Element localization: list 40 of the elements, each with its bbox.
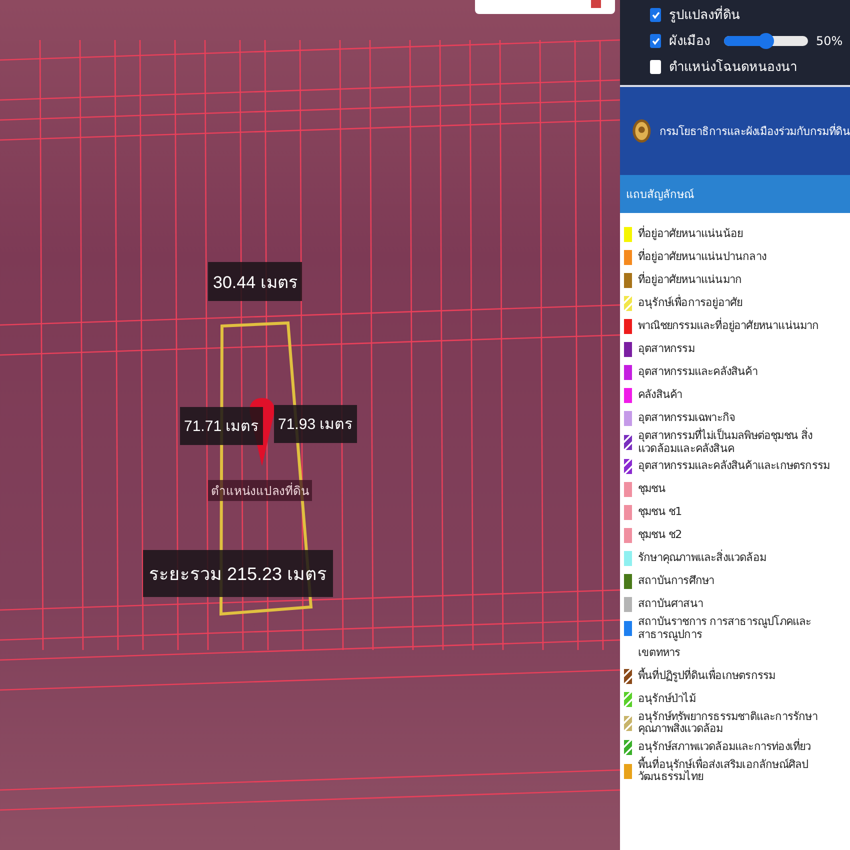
legend-label: พาณิชยกรรมและที่อยู่อาศัยหนาแน่นมาก — [638, 320, 819, 333]
distance-label: ระยะรวม 215.23 เมตร — [143, 550, 334, 597]
legend-label: คลังสินค้า — [638, 389, 682, 402]
distance-label: 71.93 เมตร — [274, 405, 357, 443]
legend-label: ชุมชน ช2 — [638, 529, 682, 542]
distance-label: 71.71 เมตร — [180, 407, 263, 445]
legend-label: รักษาคุณภาพและสิ่งแวดล้อม — [638, 552, 766, 566]
legend-label: อุตสาหกรรมที่ไม่เป็นมลพิษต่อชุมชน สิ่งแวดล้อมและคลังสินค — [638, 430, 814, 456]
legend-label: อนุรักษ์เพื่อการอยู่อาศัย — [638, 297, 742, 310]
layer-label: รูปแปลงที่ดิน — [669, 4, 740, 25]
legend-label: อุตสาหกรรมเฉพาะกิจ — [638, 412, 735, 425]
legend-label: สถาบันราชการ การสาธารณูปโภคและสาธารณูปการ — [638, 616, 812, 642]
opacity-reading: 50% — [816, 34, 843, 48]
legend-label: ชุมชน ช1 — [638, 506, 682, 520]
legend-title: แถบสัญลักษณ์ — [626, 187, 694, 203]
layer-checkbox[interactable] — [650, 8, 661, 22]
search-field[interactable] — [475, 0, 615, 14]
legend-label: ชุมชน — [638, 483, 666, 496]
legend-label: สถาบันการศึกษา — [638, 575, 714, 588]
agency-title: กรมโยธาธิการและผังเมืองร่วมกับกรมที่ดิน — [659, 122, 850, 140]
legend-label: พื้นที่ปฏิรูปที่ดินเพื่อเกษตรกรรม — [638, 670, 776, 682]
legend-label: อุตสาหกรรม — [638, 343, 694, 356]
legend-label: อนุรักษ์ทรัพยากรธรรมชาติและการรักษาคุณภาพสิ่งแวดล้อม — [638, 710, 818, 736]
legend-label: พื้นที่อนุรักษ์เพื่อส่งเสริมเอกลักษณ์ศิลปวัฒนธรรมไทย — [638, 758, 810, 784]
layer-checkbox[interactable] — [650, 60, 661, 74]
legend-label: ที่อยู่อาศัยหนาแน่นปานกลาง — [638, 251, 766, 264]
legend-label: ที่อยู่อาศัยหนาแน่นมาก — [638, 274, 742, 287]
layer-label: ผังเมือง — [669, 33, 710, 51]
legend-label: สถาบันศาสนา — [638, 598, 704, 612]
legend-label: อุตสาหกรรมและคลังสินค้าและเกษตรกรรม — [638, 460, 830, 474]
legend-label: อนุรักษ์ป่าไม้ — [638, 692, 696, 706]
legend-label: ที่อยู่อาศัยหนาแน่นน้อย — [638, 228, 743, 241]
legend-label: เขตทหาร — [638, 646, 680, 660]
marker-label: ตำแหน่งแปลงที่ดิน — [208, 480, 312, 501]
legend-label: อนุรักษ์สภาพแวดล้อมและการท่องเที่ยว — [638, 741, 811, 754]
legend-label: อุตสาหกรรมและคลังสินค้า — [638, 366, 758, 379]
opacity-slider[interactable] — [724, 36, 808, 46]
layer-label: ตำแหน่งโฉนดหนองนา — [669, 58, 797, 77]
layer-checkbox[interactable] — [650, 34, 661, 48]
distance-label: 30.44 เมตร — [208, 262, 302, 301]
